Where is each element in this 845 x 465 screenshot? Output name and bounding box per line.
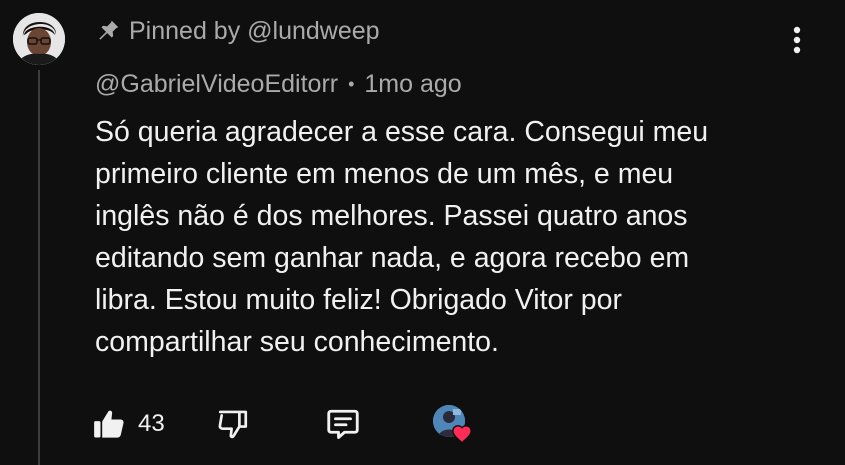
pin-icon xyxy=(95,18,121,44)
like-count: 43 xyxy=(138,410,165,437)
like-button[interactable]: 43 xyxy=(92,402,165,446)
separator-dot: • xyxy=(348,73,355,94)
avatar-image xyxy=(13,13,65,65)
comment-timestamp[interactable]: 1mo ago xyxy=(364,70,461,99)
pinned-indicator: Pinned by @lundweep xyxy=(95,14,380,48)
dislike-button[interactable] xyxy=(216,402,250,446)
thread-line xyxy=(38,70,40,465)
comment-header: @GabrielVideoEditorr • 1mo ago xyxy=(95,66,462,102)
heart-icon xyxy=(452,425,472,444)
comment-text: Só queria agradecer a esse cara. Consegu… xyxy=(95,116,709,358)
reply-icon xyxy=(327,409,359,439)
creator-heart-badge xyxy=(433,402,472,446)
comment-thread: Pinned by @lundweep @GabrielVideoEditorr… xyxy=(0,0,845,465)
creator-avatar xyxy=(433,405,472,444)
thumbs-down-icon xyxy=(218,410,248,439)
more-options-button[interactable] xyxy=(782,20,812,60)
reply-button[interactable] xyxy=(325,402,361,446)
author-handle[interactable]: @GabrielVideoEditorr xyxy=(95,70,338,99)
more-vertical-icon xyxy=(793,26,801,54)
author-avatar[interactable] xyxy=(13,13,65,65)
pinned-label: Pinned by @lundweep xyxy=(129,16,380,45)
thumbs-up-icon xyxy=(94,410,124,438)
